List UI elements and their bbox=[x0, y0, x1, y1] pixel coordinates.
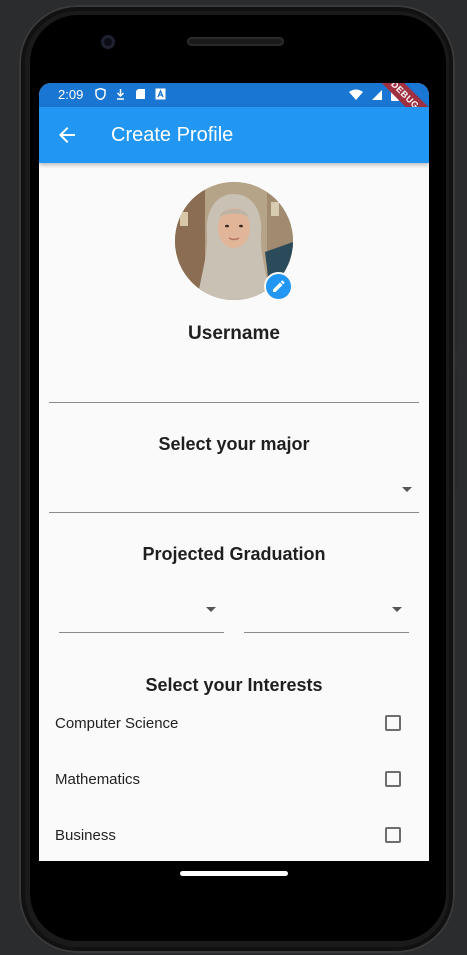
graduation-title: Projected Graduation bbox=[142, 544, 326, 564]
interest-checkbox[interactable] bbox=[385, 827, 401, 843]
back-arrow-icon[interactable] bbox=[55, 123, 79, 147]
dropdown-arrow-icon bbox=[206, 607, 216, 612]
interest-item[interactable]: Mathematics bbox=[55, 769, 405, 793]
interest-item[interactable]: Computer Science bbox=[55, 713, 405, 737]
font-a-icon bbox=[155, 88, 166, 100]
app-bar: Create Profile bbox=[39, 107, 429, 163]
app-screen: 2:09 DEBUG Create Profile Username Selec… bbox=[39, 83, 429, 861]
interest-label: Computer Science bbox=[55, 715, 179, 732]
graduation-month-underline bbox=[59, 632, 224, 633]
interest-label: Mathematics bbox=[55, 771, 141, 788]
interest-checkbox[interactable] bbox=[385, 715, 401, 731]
wifi-icon bbox=[349, 89, 363, 104]
earpiece-speaker bbox=[187, 37, 284, 46]
home-indicator[interactable] bbox=[180, 871, 288, 876]
sd-card-icon bbox=[135, 88, 146, 100]
interest-item[interactable]: Business bbox=[55, 825, 405, 849]
pencil-icon bbox=[273, 280, 285, 292]
major-underline bbox=[49, 512, 419, 513]
major-dropdown[interactable] bbox=[49, 473, 419, 513]
status-time: 2:09 bbox=[58, 87, 84, 102]
front-camera bbox=[101, 35, 115, 49]
interest-checkbox[interactable] bbox=[385, 771, 401, 787]
graduation-month-dropdown[interactable] bbox=[59, 593, 224, 633]
shield-icon bbox=[95, 87, 106, 101]
interests-title: Select your Interests bbox=[145, 675, 323, 695]
interest-label: Business bbox=[55, 827, 116, 844]
signal-icon bbox=[371, 89, 383, 104]
dropdown-arrow-icon bbox=[392, 607, 402, 612]
download-icon bbox=[115, 88, 126, 100]
username-label: Username bbox=[188, 323, 280, 344]
page-title: Create Profile bbox=[111, 124, 234, 146]
username-field[interactable] bbox=[49, 402, 419, 403]
graduation-year-dropdown[interactable] bbox=[244, 593, 409, 633]
edit-avatar-button[interactable] bbox=[264, 272, 293, 301]
dropdown-arrow-icon bbox=[402, 487, 412, 492]
status-bar: 2:09 DEBUG bbox=[39, 83, 429, 137]
volume-button bbox=[455, 280, 458, 350]
power-button bbox=[455, 370, 458, 490]
major-title: Select your major bbox=[158, 434, 310, 454]
graduation-year-underline bbox=[244, 632, 409, 633]
